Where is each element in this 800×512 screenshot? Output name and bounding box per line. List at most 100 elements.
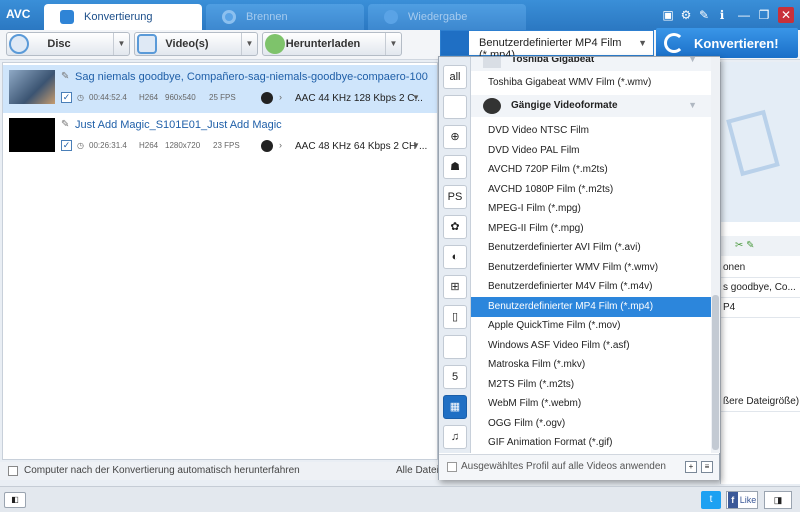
edit-icon[interactable]: ✎ [61,119,69,130]
app-logo: AVC [6,7,31,21]
profile-item[interactable]: AVCHD 720P Film (*.m2ts) [471,160,711,180]
resolution: 1280x720 [165,141,201,150]
panel-right-icon[interactable]: ◨ [764,491,792,509]
chevron-down-icon[interactable]: ▼ [385,33,401,55]
chevron-down-icon[interactable]: ▼ [241,33,257,55]
facebook-like-button[interactable]: f Like [726,491,758,509]
settings-icon[interactable]: ⚙ [678,7,694,23]
edit-icon[interactable]: ✎ [61,71,69,82]
profile-item[interactable]: GIF Animation Format (*.gif) [471,433,711,453]
add-profile-icon[interactable]: + [685,461,697,473]
status-right: Alle Datei [396,465,439,476]
title-bar: AVC Konvertierung Brennen Wiedergabe ▣ ⚙… [0,0,800,30]
tab-konvertierung[interactable]: Konvertierung [44,4,202,30]
disc-tab-icon [222,10,236,24]
chevron-right-icon[interactable]: › [279,92,282,102]
samsung-icon[interactable]: ⊕ [443,125,467,149]
clock-icon: ◷ [77,141,84,150]
video-format-icon[interactable]: ▦ [443,395,467,419]
chevron-down-icon[interactable]: ▼ [688,100,697,110]
add-disc-button[interactable]: Disc ▼ [6,32,130,56]
device-icon [483,57,501,68]
film-icon [441,31,469,55]
chevron-down-icon[interactable]: ▼ [688,57,697,64]
maximize-button[interactable]: ❐ [756,7,772,23]
apply-all-checkbox[interactable] [447,462,457,472]
windows-icon[interactable]: ⊞ [443,275,467,299]
huawei-icon[interactable]: ✿ [443,215,467,239]
html5-icon[interactable]: 5 [443,365,467,389]
minimize-button[interactable]: — [736,7,752,23]
panel-tools[interactable]: ✂ ✎ [721,236,800,256]
profile-item[interactable]: Matroska Film (*.mkv) [471,355,711,375]
file-name[interactable]: Sag niemals goodbye, Compañero-sag-niema… [75,71,428,83]
group-toshiba[interactable]: Toshiba Gigabeat ▼ [471,57,711,71]
twitter-icon[interactable]: t [701,491,721,509]
file-checkbox[interactable]: ✓ [61,140,72,151]
profile-item[interactable]: WebM Film (*.webm) [471,394,711,414]
profile-item[interactable]: M2TS Film (*.m2ts) [471,375,711,395]
tab-label: Brennen [246,11,288,23]
edit-profile-icon[interactable]: ≡ [701,461,713,473]
profile-item[interactable]: DVD Video PAL Film [471,141,711,161]
dropdown-scrollbar[interactable] [711,57,720,453]
info-icon[interactable]: ℹ [714,7,730,23]
fps: 25 FPS [209,93,236,102]
file-name[interactable]: Just Add Magic_S101E01_Just Add Magic [75,119,282,131]
footer-bar: ◧ t f Like ◨ [0,486,800,512]
chevron-down-icon[interactable]: ▼ [412,141,420,150]
tv-icon[interactable] [443,335,467,359]
tab-label: Wiedergabe [408,11,468,23]
profile-item[interactable]: OGG Film (*.ogv) [471,414,711,434]
profile-item[interactable]: AVCHD 1080P Film (*.m2ts) [471,180,711,200]
file-checkbox[interactable]: ✓ [61,92,72,103]
profile-item[interactable]: Toshiba Gigabeat WMV Film (*.wmv) [471,73,711,93]
panel-size-option[interactable]: ßere Dateigröße) [721,392,800,412]
profile-item[interactable]: MPEG-I Film (*.mpg) [471,199,711,219]
list-item[interactable]: ✎ Just Add Magic_S101E01_Just Add Magic … [3,113,437,161]
playstation-icon[interactable]: PS [443,185,467,209]
profile-item[interactable]: Benutzerdefinierter WMV Film (*.wmv) [471,258,711,278]
phone-icon[interactable]: ▯ [443,305,467,329]
list-item[interactable]: ✎ Sag niemals goodbye, Compañero-sag-nie… [3,65,437,113]
profile-item[interactable]: Windows ASF Video Film (*.asf) [471,336,711,356]
shutdown-checkbox[interactable] [8,466,18,476]
profile-item-selected[interactable]: Benutzerdefinierter MP4 Film (*.mp4) [471,297,711,317]
chevron-down-icon[interactable]: ▼ [638,38,647,48]
chevron-down-icon[interactable]: ▼ [113,33,129,55]
output-profile-select[interactable]: Benutzerdefinierter MP4 Film (*.mp4) ▼ [440,30,654,61]
lg-icon[interactable]: ◐ [443,245,467,269]
audio-track[interactable]: AAC 44 KHz 128 Kbps 2 C... [295,93,423,104]
scrollbar-thumb[interactable] [712,295,719,450]
chevron-right-icon[interactable]: › [279,140,282,150]
close-button[interactable]: ✕ [778,7,794,23]
android-icon[interactable]: ☗ [443,155,467,179]
right-panel: ✂ ✎ onen s goodbye, Co... P4 ßere Dateig… [720,62,800,484]
profile-item[interactable]: MPEG-II Film (*.mpg) [471,219,711,239]
download-button[interactable]: Herunterladen ▼ [262,32,402,56]
convert-button[interactable]: Konvertieren! [656,28,798,58]
tab-wiedergabe[interactable]: Wiedergabe [368,4,526,30]
tools-icon[interactable]: ✎ [696,7,712,23]
add-videos-button[interactable]: Video(s) ▼ [134,32,258,56]
chevron-down-icon[interactable]: ▼ [412,93,420,102]
profile-item[interactable]: DVD Video NTSC Film [471,121,711,141]
music-icon[interactable]: ♫ [443,425,467,449]
panel-toggle-icon[interactable]: ◧ [4,492,26,508]
file-list: ✎ Sag niemals goodbye, Compañero-sag-nie… [2,62,438,460]
profile-item[interactable]: Apple QuickTime Film (*.mov) [471,316,711,336]
audio-track[interactable]: AAC 48 KHz 64 Kbps 2 CH ... [295,141,427,152]
subtitle-icon[interactable] [261,92,273,104]
group-common-formats[interactable]: Gängige Videoformate ▼ [471,95,711,117]
all-profiles-icon[interactable]: all [443,65,467,89]
profile-item[interactable]: Benutzerdefinierter M4V Film (*.m4v) [471,277,711,297]
film-reel-icon [483,98,501,114]
subtitle-icon[interactable] [261,140,273,152]
profile-item[interactable]: Benutzerdefinierter AVI Film (*.avi) [471,238,711,258]
tab-brennen[interactable]: Brennen [206,4,364,30]
panel-header: onen [721,258,800,278]
grid-icon[interactable]: ▣ [660,7,676,23]
apple-icon[interactable] [443,95,467,119]
profile-list: Toshiba Gigabeat ▼ Toshiba Gigabeat WMV … [471,57,711,453]
convert-tab-icon [60,10,74,24]
